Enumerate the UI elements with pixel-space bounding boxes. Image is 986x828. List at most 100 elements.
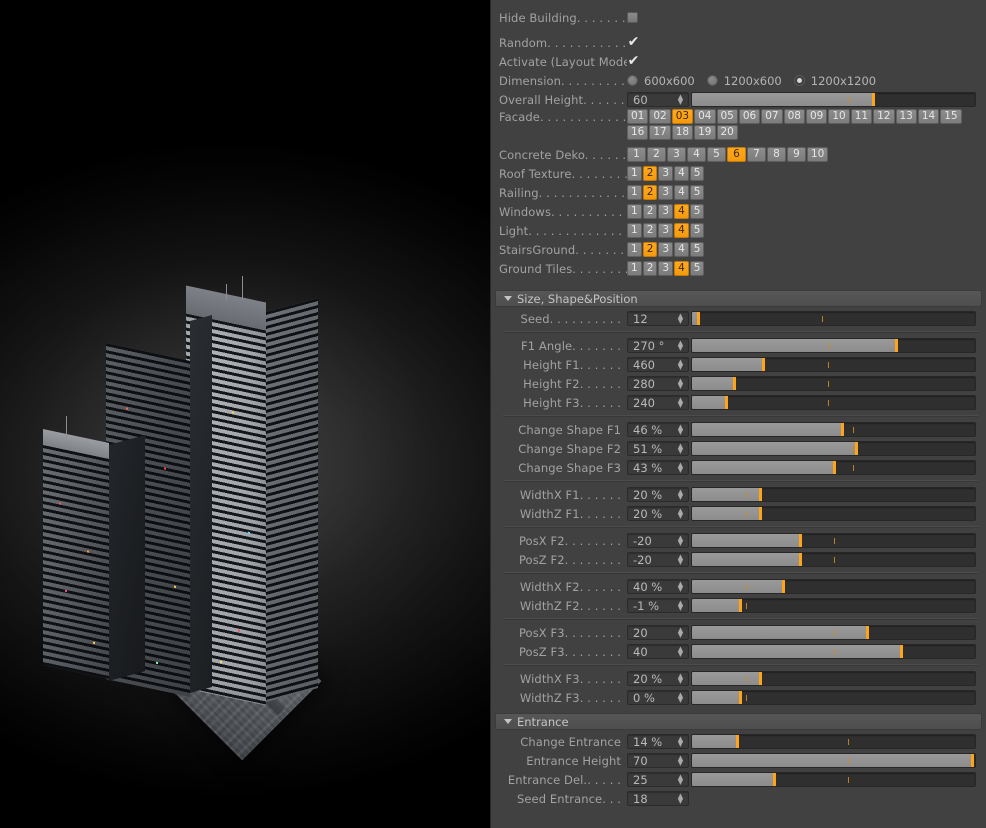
- numeric-field-change-shape-f1[interactable]: 46 % ▲ ▼: [627, 422, 689, 437]
- spinner-arrows-icon[interactable]: ▲ ▼: [675, 691, 686, 704]
- slider-entrance-height[interactable]: [691, 753, 976, 768]
- button-railing-4[interactable]: 4: [674, 184, 689, 200]
- button-stairs-2[interactable]: 2: [642, 241, 658, 257]
- spinner-arrows-icon[interactable]: ▲ ▼: [675, 534, 686, 547]
- slider-f1-angle[interactable]: [691, 338, 976, 353]
- radio-dimension-600x600[interactable]: 600x600: [627, 74, 695, 88]
- attributes-panel[interactable]: Hide Building. . . . . . . . Random. . .…: [490, 0, 986, 828]
- collapse-triangle-icon[interactable]: [504, 296, 512, 301]
- slider-posx-f2[interactable]: [691, 533, 976, 548]
- button-facade-03[interactable]: 03: [671, 109, 694, 124]
- numeric-field-posx-f3[interactable]: 20 ▲ ▼: [627, 625, 689, 640]
- spinner-arrows-icon[interactable]: ▲ ▼: [675, 358, 686, 371]
- button-roof-3[interactable]: 3: [658, 165, 674, 181]
- spinner-arrows-icon[interactable]: ▲ ▼: [675, 792, 686, 805]
- slider-knob[interactable]: [798, 553, 802, 566]
- section-header-entrance[interactable]: Entrance: [495, 713, 982, 730]
- section-header-size-shape-position[interactable]: Size, Shape&Position: [495, 290, 982, 307]
- spinner-arrows-icon[interactable]: ▲ ▼: [675, 461, 686, 474]
- button-railing-1[interactable]: 1: [627, 184, 642, 200]
- button-tiles-5[interactable]: 5: [689, 260, 705, 276]
- numeric-field-posz-f3[interactable]: 40 ▲ ▼: [627, 644, 689, 659]
- numeric-field-widthz-f2[interactable]: -1 % ▲ ▼: [627, 598, 689, 613]
- numeric-field-seed-entrance[interactable]: 18 ▲ ▼: [627, 791, 689, 806]
- button-strip-facade[interactable]: 01 02 03 04 05 06 07 08 09 10 11 12 13 14 15 16 17 18 19 20: [627, 109, 967, 141]
- numeric-field-widthx-f3[interactable]: 20 % ▲ ▼: [627, 671, 689, 686]
- spinner-arrows-icon[interactable]: ▲ ▼: [675, 580, 686, 593]
- slider-knob[interactable]: [798, 534, 802, 547]
- button-facade-10[interactable]: 10: [828, 109, 850, 124]
- spinner-arrows-icon[interactable]: ▲ ▼: [675, 645, 686, 658]
- numeric-field-change-entrance[interactable]: 14 % ▲ ▼: [627, 734, 689, 749]
- button-stairs-1[interactable]: 1: [627, 241, 642, 257]
- button-railing-2[interactable]: 2: [642, 184, 658, 200]
- numeric-field-entrance-del[interactable]: 25 ▲ ▼: [627, 772, 689, 787]
- numeric-field-overall-height[interactable]: 60 ▲ ▼: [627, 92, 689, 107]
- checkbox-activate-checked[interactable]: ✔: [627, 54, 640, 68]
- spinner-arrows-icon[interactable]: ▲ ▼: [675, 507, 686, 520]
- button-tiles-4[interactable]: 4: [674, 260, 689, 276]
- slider-knob[interactable]: [733, 377, 737, 390]
- numeric-field-height-f2[interactable]: 280 ▲ ▼: [627, 376, 689, 391]
- slider-widthx-f2[interactable]: [691, 579, 976, 594]
- numeric-field-posz-f2[interactable]: -20 ▲ ▼: [627, 552, 689, 567]
- button-concrete-9[interactable]: 9: [787, 146, 806, 162]
- button-windows-4[interactable]: 4: [674, 203, 689, 219]
- slider-widthx-f3[interactable]: [691, 671, 976, 686]
- button-tiles-2[interactable]: 2: [642, 260, 658, 276]
- slider-widthx-f1[interactable]: [691, 487, 976, 502]
- button-stairs-3[interactable]: 3: [658, 241, 674, 257]
- button-facade-17[interactable]: 17: [649, 125, 671, 140]
- spinner-arrows-icon[interactable]: ▲ ▼: [675, 423, 686, 436]
- collapse-triangle-icon[interactable]: [504, 719, 512, 724]
- button-strip-railing[interactable]: 12345: [627, 184, 705, 201]
- slider-posz-f3[interactable]: [691, 644, 976, 659]
- button-roof-4[interactable]: 4: [674, 165, 689, 181]
- slider-knob[interactable]: [872, 93, 876, 106]
- slider-knob[interactable]: [758, 672, 762, 685]
- button-strip-stairs-ground[interactable]: 12345: [627, 241, 705, 258]
- spinner-arrows-icon[interactable]: ▲ ▼: [675, 339, 686, 352]
- radio-dot[interactable]: [627, 75, 638, 86]
- button-concrete-5[interactable]: 5: [707, 146, 726, 162]
- slider-height-f3[interactable]: [691, 395, 976, 410]
- numeric-field-f1-angle[interactable]: 270 ° ▲ ▼: [627, 338, 689, 353]
- spinner-arrows-icon[interactable]: ▲ ▼: [675, 735, 686, 748]
- button-concrete-10[interactable]: 10: [807, 146, 829, 162]
- numeric-field-widthz-f3[interactable]: 0 % ▲ ▼: [627, 690, 689, 705]
- button-concrete-2[interactable]: 2: [647, 146, 666, 162]
- spinner-arrows-icon[interactable]: ▲ ▼: [675, 442, 686, 455]
- button-facade-05[interactable]: 05: [716, 109, 738, 124]
- button-strip-concrete-deko[interactable]: 1 2 3 4 5 6 7 8 9 10: [627, 146, 829, 163]
- radio-dot-selected[interactable]: [793, 75, 805, 86]
- button-strip-ground-tiles[interactable]: 12345: [627, 260, 705, 277]
- button-facade-18[interactable]: 18: [671, 125, 694, 140]
- checkbox-random-checked[interactable]: ✔: [627, 35, 640, 49]
- button-facade-01[interactable]: 01: [627, 109, 649, 124]
- slider-knob[interactable]: [758, 488, 762, 501]
- button-railing-3[interactable]: 3: [658, 184, 674, 200]
- button-concrete-7[interactable]: 7: [747, 146, 766, 162]
- slider-knob[interactable]: [758, 507, 762, 520]
- slider-change-shape-f2[interactable]: [691, 441, 976, 456]
- button-railing-5[interactable]: 5: [689, 184, 705, 200]
- button-facade-06[interactable]: 06: [738, 109, 761, 124]
- numeric-field-seed[interactable]: 12 ▲ ▼: [627, 311, 689, 326]
- button-strip-light[interactable]: 12345: [627, 222, 705, 239]
- button-light-4[interactable]: 4: [674, 222, 689, 238]
- button-strip-windows[interactable]: 12345: [627, 203, 705, 220]
- slider-knob[interactable]: [832, 461, 836, 474]
- button-light-2[interactable]: 2: [642, 222, 658, 238]
- slider-knob[interactable]: [736, 735, 740, 748]
- button-facade-12[interactable]: 12: [873, 109, 895, 124]
- slider-change-shape-f1[interactable]: [691, 422, 976, 437]
- numeric-field-widthx-f2[interactable]: 40 % ▲ ▼: [627, 579, 689, 594]
- slider-seed[interactable]: [691, 311, 976, 326]
- button-facade-04[interactable]: 04: [694, 109, 716, 124]
- slider-knob[interactable]: [696, 312, 700, 325]
- button-strip-roof-texture[interactable]: 12345: [627, 165, 705, 182]
- radio-dimension-1200x1200[interactable]: 1200x1200: [793, 74, 876, 88]
- radio-dimension-1200x600[interactable]: 1200x600: [706, 74, 782, 88]
- slider-knob[interactable]: [900, 645, 904, 658]
- button-facade-07[interactable]: 07: [761, 109, 783, 124]
